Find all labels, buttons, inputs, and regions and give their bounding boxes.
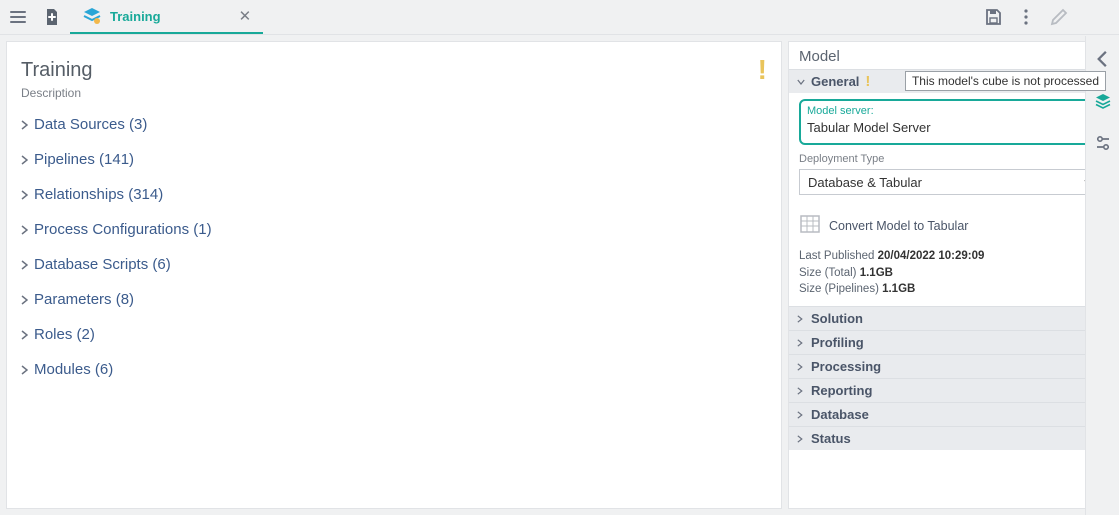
chevron-down-icon [797,78,805,86]
accordion-title: Reporting [811,383,872,398]
section-pipelines[interactable]: Pipelines (141) [21,151,767,168]
chevron-right-icon [21,330,28,340]
chevron-right-icon [21,365,28,375]
convert-model-label: Convert Model to Tabular [829,219,968,233]
warning-icon: ! [865,74,870,89]
model-meta: Last Published 20/04/2022 10:29:09 Size … [799,248,1102,298]
accordion-title: General [811,74,859,89]
deployment-type-value: Database & Tabular [808,175,922,190]
accordion-status[interactable]: Status [789,426,1112,450]
chevron-right-icon [21,190,28,200]
model-server-label: Model server: [807,105,1094,117]
convert-model-button[interactable]: Convert Model to Tabular ! [799,213,1102,238]
section-label: Process Configurations (1) [34,221,212,238]
menu-button[interactable] [6,5,30,29]
chevron-right-icon [21,295,28,305]
tab-close-button[interactable]: ✕ [239,7,252,25]
deployment-type-label: Deployment Type [799,153,1102,165]
model-server-value: Tabular Model Server [807,120,931,135]
section-roles[interactable]: Roles (2) [21,326,767,343]
tab-training[interactable]: Training ✕ [70,0,263,34]
more-options-button[interactable] [1019,5,1033,29]
chevron-right-icon [21,155,28,165]
accordion-title: Solution [811,311,863,326]
chevron-right-icon [797,435,805,443]
top-bar: Training ✕ [0,0,1119,35]
expand-panel-button[interactable] [1092,48,1114,70]
section-database-scripts[interactable]: Database Scripts (6) [21,256,767,273]
accordion-profiling[interactable]: Profiling [789,330,1112,354]
section-label: Roles (2) [34,326,95,343]
new-document-button[interactable] [40,5,64,29]
model-server-field: Model server: Tabular Model Server [799,99,1102,145]
chevron-right-icon [797,363,805,371]
chevron-right-icon [797,339,805,347]
accordion-solution[interactable]: Solution [789,306,1112,330]
section-label: Relationships (314) [34,186,163,203]
chevron-right-icon [797,387,805,395]
section-modules[interactable]: Modules (6) [21,361,767,378]
accordion-processing[interactable]: Processing [789,354,1112,378]
section-label: Database Scripts (6) [34,256,171,273]
section-process-configurations[interactable]: Process Configurations (1) [21,221,767,238]
save-button[interactable] [981,5,1005,29]
chevron-right-icon [797,411,805,419]
section-data-sources[interactable]: Data Sources (3) [21,116,767,133]
warning-icon: ! [758,56,767,84]
accordion-database[interactable]: Database [789,402,1112,426]
edit-button[interactable] [1047,5,1071,29]
page-description: Description [21,86,767,100]
chevron-right-icon [21,120,28,130]
section-relationships[interactable]: Relationships (314) [21,186,767,203]
deployment-type-select[interactable]: Database & Tabular [799,169,1102,195]
rail-settings-button[interactable] [1092,132,1114,154]
accordion-title: Status [811,431,851,446]
rail-layers-button[interactable] [1092,90,1114,112]
accordion-title: Processing [811,359,881,374]
properties-panel: Model General ! This model's cube is not… [788,41,1113,509]
accordion-general[interactable]: General ! This model's cube is not proce… [789,69,1112,93]
table-icon [799,213,821,238]
model-server-select[interactable]: Tabular Model Server [807,117,1094,137]
page-title: Training [21,59,93,82]
section-parameters[interactable]: Parameters (8) [21,291,767,308]
layers-icon [82,6,102,26]
chevron-right-icon [797,315,805,323]
tab-title: Training [110,9,161,24]
accordion-title: Profiling [811,335,864,350]
chevron-right-icon [21,225,28,235]
section-label: Modules (6) [34,361,113,378]
section-label: Pipelines (141) [34,151,134,168]
right-rail [1085,36,1119,515]
accordion-reporting[interactable]: Reporting [789,378,1112,402]
section-label: Parameters (8) [34,291,134,308]
warning-tooltip: This model's cube is not processed [905,71,1106,91]
properties-panel-title: Model [789,42,1112,69]
accordion-title: Database [811,407,869,422]
chevron-right-icon [21,260,28,270]
main-panel: Training ! Description Data Sources (3) … [6,41,782,509]
section-label: Data Sources (3) [34,116,147,133]
